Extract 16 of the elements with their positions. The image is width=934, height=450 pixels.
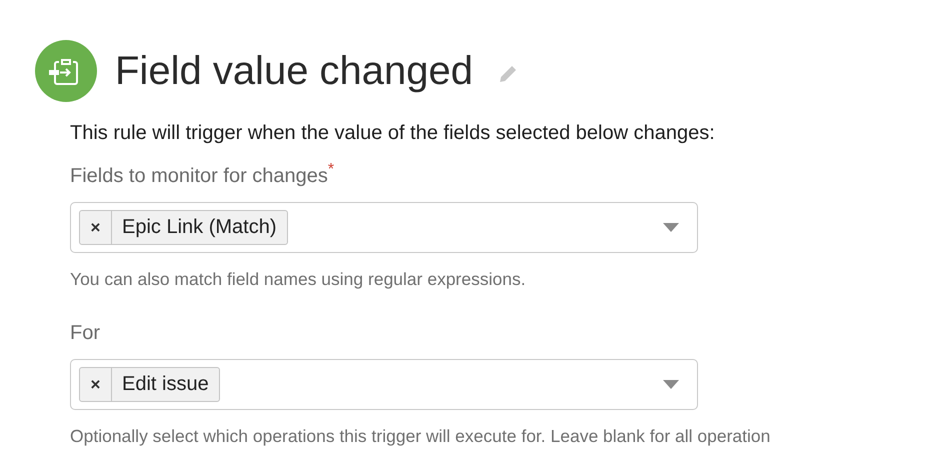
rule-title: Field value changed [115,48,474,94]
field-label: For [70,322,100,345]
dropdown-caret-icon[interactable] [663,222,679,232]
chip-label: Edit issue [121,372,210,397]
multi-select-field[interactable]: × Epic Link (Match) [70,202,698,253]
field-label: Fields to monitor for changes [70,165,328,188]
required-mark: * [328,161,334,180]
help-text: You can also match field names using regular expressions. [70,269,527,290]
chip-label: Epic Link (Match) [121,215,278,240]
remove-chip-button[interactable]: × [80,211,112,244]
multi-select-field[interactable]: × Edit issue [70,359,698,410]
rule-description: This rule will trigger when the value of the fields selected below changes: [70,122,716,145]
trigger-icon [35,40,97,102]
dropdown-caret-icon[interactable] [663,380,679,390]
remove-chip-button[interactable]: × [80,368,112,401]
help-text: Optionally select which operations this trigger will execute for. Leave blank for all operation [70,426,772,447]
